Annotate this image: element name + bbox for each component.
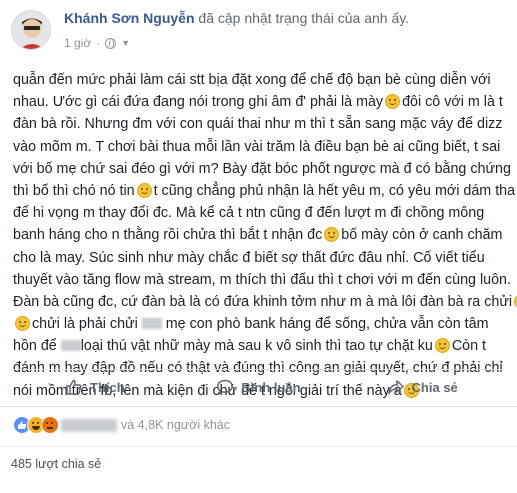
- like-label: Thích: [90, 379, 125, 395]
- post-line: thì bố thì chó nó tin t cũng chẳng phủ nh…: [13, 182, 517, 199]
- share-button[interactable]: Chia sẻ: [340, 370, 504, 404]
- smile-emoji-icon: [15, 316, 30, 332]
- share-label: Chia sẻ: [411, 379, 458, 395]
- globe-icon[interactable]: [105, 37, 117, 49]
- comment-icon: [217, 379, 234, 395]
- post-line: Đàn bà cũng đc, cứ đàn bà là có đứa khin…: [13, 291, 517, 313]
- post-line: vào mõm m. T chơi bài thua mỗi lần vài t…: [13, 138, 501, 155]
- divider: [0, 446, 517, 447]
- post-action-text: đã cập nhật trạng thái của anh ấy.: [198, 10, 410, 26]
- smile-emoji-icon: [434, 338, 450, 354]
- post-line: quẫn đến mức phải làm cái stt bịa đặt xo…: [13, 72, 491, 88]
- post-title-line: Khánh Sơn Nguyễn đã cập nhật trạng thái …: [64, 10, 409, 26]
- author-avatar[interactable]: [11, 10, 51, 50]
- comment-button[interactable]: Bình luận: [177, 370, 341, 404]
- chevron-down-icon[interactable]: ▼: [121, 38, 130, 48]
- post-line: nhau. Ước gì cái đứa đang nói trong ghi …: [13, 94, 503, 111]
- reactions-count: và 4,8K người khác: [121, 418, 230, 432]
- post-body: quẫn đến mức phải làm cái stt bịa đặt xo…: [13, 69, 517, 402]
- divider: [0, 406, 517, 407]
- smile-emoji-icon: [324, 227, 340, 243]
- post-line: thuyết vào tăng flow mà stream, m thích …: [13, 271, 511, 288]
- share-count[interactable]: 485 lượt chia sẻ: [11, 457, 101, 471]
- censored-word: [60, 340, 81, 352]
- post-line: để hi vọng m thay đổi đc. Mà kể cả t ntn…: [13, 205, 485, 222]
- post-line: hồn để loại thú vật nhữ mày mà sau k vô …: [13, 338, 487, 355]
- share-arrow-icon: [387, 380, 404, 395]
- like-button[interactable]: Thích: [13, 370, 177, 404]
- post-line: đàn bà rồi. Nhưng đm với con quái thai n…: [13, 116, 503, 133]
- censored-word: [141, 318, 162, 330]
- smile-emoji-icon: [136, 182, 152, 198]
- comment-label: Bình luận: [241, 379, 301, 395]
- angry-reaction-icon: [41, 416, 59, 434]
- post-time[interactable]: 1 giờ: [64, 36, 91, 50]
- post-header: Khánh Sơn Nguyễn đã cập nhật trạng thái …: [0, 0, 517, 62]
- smile-emoji-icon: [385, 94, 401, 110]
- post-meta: 1 giờ · ▼: [64, 36, 131, 50]
- censored-name: [61, 418, 117, 432]
- post-actions: Thích Bình luận Chia sẻ: [13, 370, 504, 404]
- author-name[interactable]: Khánh Sơn Nguyễn: [64, 10, 195, 26]
- post-line: cho là may. Súc sinh như mày chắc đ biết…: [13, 249, 485, 266]
- reaction-icons: [13, 416, 59, 434]
- post-line: banh háng cho n thằng rồi chửa thì bắt t…: [13, 227, 503, 244]
- thumbs-up-icon: [66, 379, 82, 395]
- post-line: chửi là phải chửi mẹ con phò bank háng đ…: [13, 313, 493, 335]
- post-line: với bố mẹ chứ sai đéo gì với m? Bày đặt …: [13, 160, 511, 177]
- reactions-summary[interactable]: và 4,8K người khác: [13, 412, 230, 438]
